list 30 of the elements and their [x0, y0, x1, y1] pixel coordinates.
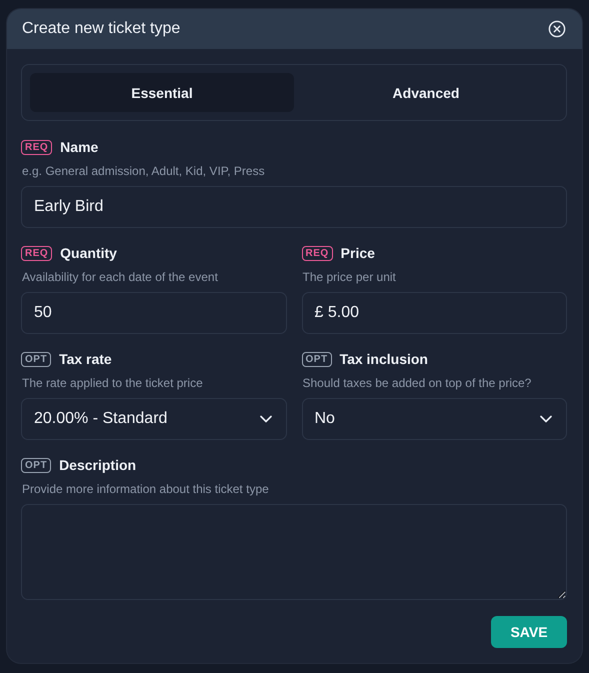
dropdown[interactable]: No — [302, 398, 567, 440]
field-label: Price — [340, 245, 375, 261]
field-label: Quantity — [60, 245, 117, 261]
field-hint: The rate applied to the ticket price — [22, 375, 204, 391]
optional-badge: OPT — [21, 352, 52, 366]
field-label: Tax rate — [59, 351, 112, 367]
chevron-down-icon — [260, 415, 272, 423]
required-badge: REQ — [21, 140, 52, 154]
field-hint: Should taxes be added on top of the price? — [302, 375, 532, 391]
input-field[interactable]: Early Bird — [21, 186, 567, 228]
field-hint: The price per unit — [302, 269, 397, 285]
required-badge: REQ — [302, 246, 333, 260]
tab[interactable]: Essential — [30, 73, 294, 112]
required-badge: REQ — [21, 246, 52, 260]
input-field[interactable]: 50 — [21, 292, 286, 334]
close-icon[interactable] — [548, 20, 566, 38]
dialog-title: Create new ticket type — [22, 20, 180, 38]
field-hint: Provide more information about this ticket type — [22, 481, 270, 497]
optional-badge: OPT — [302, 352, 332, 366]
optional-badge: OPT — [21, 458, 52, 472]
tab[interactable]: Advanced — [294, 73, 558, 112]
field-hint: e.g. General admission, Adult, Kid, VIP, Press — [22, 163, 266, 179]
field-label: Tax inclusion — [340, 351, 428, 367]
description-field[interactable] — [21, 504, 567, 600]
field-hint: Availability for each date of the event — [22, 269, 219, 285]
dropdown[interactable]: 20.00% - Standard — [21, 398, 286, 440]
field-label: Description — [59, 457, 136, 473]
chevron-down-icon — [540, 415, 552, 423]
field-label: Name — [60, 139, 98, 155]
input-field[interactable]: £ 5.00 — [302, 292, 567, 334]
